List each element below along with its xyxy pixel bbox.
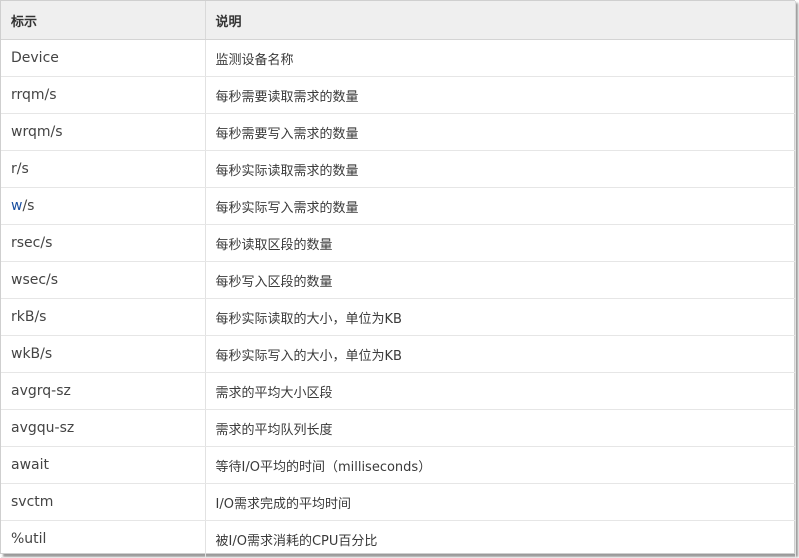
field-description: 每秒实际写入的大小，单位为KB: [205, 335, 796, 373]
field-description: 需求的平均大小区段: [205, 372, 796, 410]
table-row: avgrq-sz 需求的平均大小区段: [1, 372, 796, 410]
field-description: 每秒实际写入需求的数量: [205, 187, 796, 225]
table-row: rkB/s 每秒实际读取的大小，单位为KB: [1, 298, 796, 336]
table-row: rsec/s 每秒读取区段的数量: [1, 224, 796, 262]
field-name-link[interactable]: w: [11, 198, 22, 214]
field-description: 每秒写入区段的数量: [205, 261, 796, 299]
field-description: 监测设备名称: [205, 39, 796, 77]
header-description: 说明: [205, 1, 796, 40]
field-name: wrqm/s: [1, 113, 206, 151]
field-name: svctm: [1, 483, 206, 521]
field-name: %util: [1, 520, 206, 558]
field-name: wkB/s: [1, 335, 206, 373]
field-description: 每秒实际读取的大小，单位为KB: [205, 298, 796, 336]
field-name: wsec/s: [1, 261, 206, 299]
field-name: await: [1, 446, 206, 484]
field-description: I/O需求完成的平均时间: [205, 483, 796, 521]
table-body: Device 监测设备名称 rrqm/s 每秒需要读取需求的数量 wrqm/s …: [1, 39, 796, 558]
field-description: 每秒读取区段的数量: [205, 224, 796, 262]
field-name: Device: [1, 39, 206, 77]
field-description: 需求的平均队列长度: [205, 409, 796, 447]
table-row: await 等待I/O平均的时间（milliseconds）: [1, 446, 796, 484]
field-name-rest: /s: [22, 198, 35, 214]
field-description: 被I/O需求消耗的CPU百分比: [205, 520, 796, 558]
table-frame: 标示 说明 Device 监测设备名称 rrqm/s 每秒需要读取需求的数量 w…: [0, 0, 796, 558]
field-name: rsec/s: [1, 224, 206, 262]
table-header: 标示 说明: [1, 1, 796, 40]
table-row: rrqm/s 每秒需要读取需求的数量: [1, 76, 796, 114]
header-row: 标示 说明: [1, 1, 796, 40]
field-description: 等待I/O平均的时间（milliseconds）: [205, 446, 796, 484]
table-row: %util 被I/O需求消耗的CPU百分比: [1, 520, 796, 558]
field-description: 每秒实际读取需求的数量: [205, 150, 796, 188]
header-name: 标示: [1, 1, 206, 40]
field-name: avgrq-sz: [1, 372, 206, 410]
table-row: wkB/s 每秒实际写入的大小，单位为KB: [1, 335, 796, 373]
field-name: rrqm/s: [1, 76, 206, 114]
table-row: avgqu-sz 需求的平均队列长度: [1, 409, 796, 447]
table-row: wrqm/s 每秒需要写入需求的数量: [1, 113, 796, 151]
field-name: w/s: [1, 187, 206, 225]
field-name: rkB/s: [1, 298, 206, 336]
field-name: r/s: [1, 150, 206, 188]
field-description: 每秒需要写入需求的数量: [205, 113, 796, 151]
table-row: Device 监测设备名称: [1, 39, 796, 77]
iostat-fields-table: 标示 说明 Device 监测设备名称 rrqm/s 每秒需要读取需求的数量 w…: [1, 1, 796, 558]
field-description: 每秒需要读取需求的数量: [205, 76, 796, 114]
table-row: r/s 每秒实际读取需求的数量: [1, 150, 796, 188]
table-row: w/s 每秒实际写入需求的数量: [1, 187, 796, 225]
table-row: wsec/s 每秒写入区段的数量: [1, 261, 796, 299]
table-row: svctm I/O需求完成的平均时间: [1, 483, 796, 521]
field-name: avgqu-sz: [1, 409, 206, 447]
